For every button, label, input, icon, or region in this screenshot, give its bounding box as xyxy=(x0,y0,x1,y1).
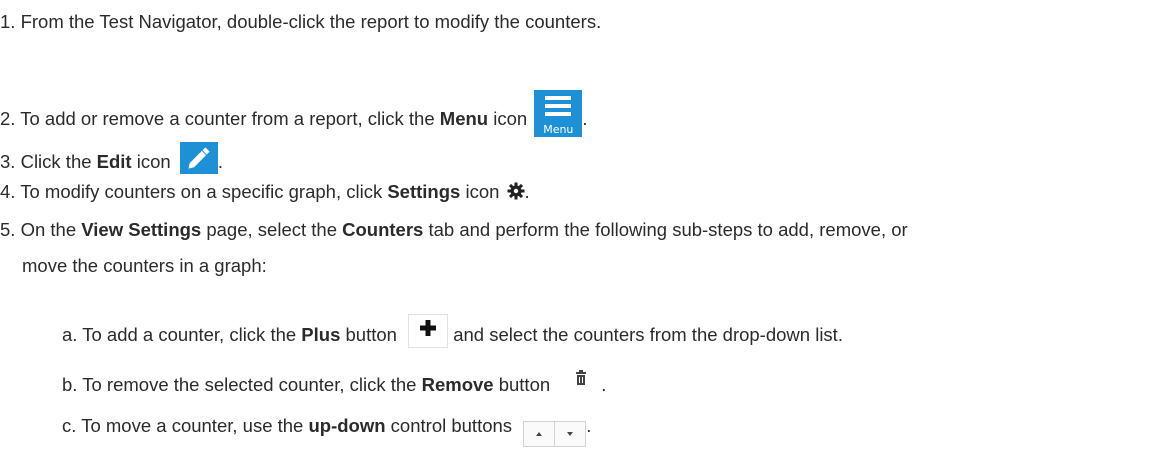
step-text: page, select the xyxy=(201,219,343,240)
step-bold: Counters xyxy=(342,219,424,240)
step-period: . xyxy=(582,108,588,129)
gear-icon[interactable] xyxy=(507,182,525,206)
step-2: 2. To add or remove a counter from a rep… xyxy=(0,90,587,137)
up-arrow-icon[interactable] xyxy=(524,422,554,446)
substep-text: To remove the selected counter, click th… xyxy=(82,374,422,395)
step-text: From the Test Navigator, double-click th… xyxy=(20,11,602,32)
step-4: 4. To modify counters on a specific grap… xyxy=(0,180,530,206)
menu-icon[interactable]: Menu xyxy=(534,90,583,137)
substep-text: To add a counter, click the xyxy=(82,324,302,345)
step-text: Click the xyxy=(20,151,97,172)
step-text: To modify counters on a specific graph, … xyxy=(20,181,388,202)
step-number: 2. xyxy=(0,108,16,129)
substep-a: a. To add a counter, click the Plus butt… xyxy=(62,314,843,348)
step-bold: Settings xyxy=(387,181,461,202)
down-arrow-icon[interactable] xyxy=(554,422,585,446)
step-text: icon xyxy=(488,108,528,129)
step-text: icon xyxy=(131,151,171,172)
step-5-continued: move the counters in a graph: xyxy=(22,254,267,278)
plus-icon[interactable] xyxy=(408,314,449,348)
step-period: . xyxy=(217,151,223,172)
substep-text: control buttons xyxy=(385,415,513,436)
substep-bold: Remove xyxy=(421,374,494,395)
step-text: tab and perform the following sub-steps … xyxy=(423,219,908,240)
step-3: 3. Click the Edit icon . xyxy=(0,142,223,174)
step-5: 5. On the View Settings page, select the… xyxy=(0,218,908,242)
up-down-arrows-icon[interactable] xyxy=(523,421,587,447)
step-number: 4. xyxy=(0,181,16,202)
step-number: 3. xyxy=(0,151,16,172)
step-bold: Edit xyxy=(96,151,132,172)
substep-letter: a. xyxy=(62,324,78,345)
trash-icon[interactable] xyxy=(561,364,602,398)
step-text: On the xyxy=(20,219,82,240)
substep-text: and select the counters from the drop-do… xyxy=(448,324,843,345)
substep-period: . xyxy=(601,374,607,395)
substep-period: . xyxy=(586,415,592,436)
step-number: 1. xyxy=(0,11,16,32)
substep-bold: Plus xyxy=(301,324,341,345)
step-text: To add or remove a counter from a report… xyxy=(20,108,440,129)
substep-bold: up-down xyxy=(308,415,386,436)
step-bold: Menu xyxy=(439,108,489,129)
menu-icon-label: Menu xyxy=(543,123,574,136)
substep-letter: c. xyxy=(62,415,77,436)
step-text: icon xyxy=(460,181,500,202)
substep-b: b. To remove the selected counter, click… xyxy=(62,364,606,398)
substep-text: To move a counter, use the xyxy=(81,415,309,436)
pencil-icon[interactable] xyxy=(179,142,218,174)
step-period: . xyxy=(524,181,530,202)
step-bold: View Settings xyxy=(81,219,202,240)
substep-letter: b. xyxy=(62,374,78,395)
step-1: 1. From the Test Navigator, double-click… xyxy=(0,10,601,34)
step-text: move the counters in a graph: xyxy=(22,255,267,276)
substep-c: c. To move a counter, use the up-down co… xyxy=(62,414,591,447)
substep-text: button xyxy=(340,324,397,345)
substep-text: button xyxy=(493,374,551,395)
step-number: 5. xyxy=(0,219,16,240)
